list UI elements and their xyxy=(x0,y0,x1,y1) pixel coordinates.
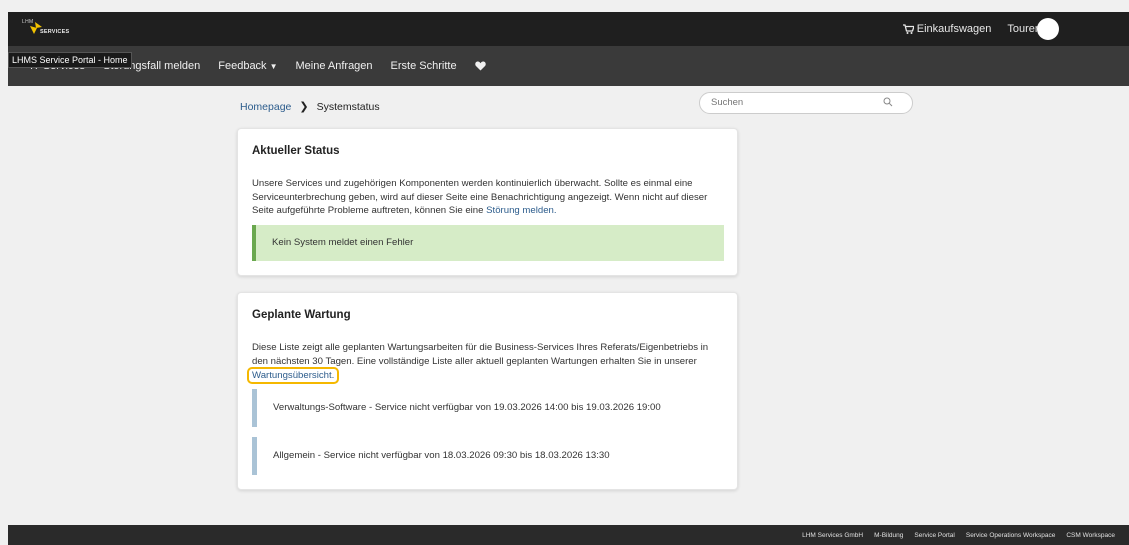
footer-link-lhm-services[interactable]: LHM Services GmbH xyxy=(802,532,863,539)
planned-maintenance-card: Geplante Wartung Diese Liste zeigt alle … xyxy=(237,292,738,490)
planned-maintenance-title: Geplante Wartung xyxy=(252,309,351,321)
maintenance-overview-link[interactable]: Wartungsübersicht. xyxy=(246,367,340,384)
footer-link-csm-workspace[interactable]: CSM Workspace xyxy=(1066,532,1115,539)
cart-icon xyxy=(902,24,914,34)
nav-item-feedback[interactable]: Feedback ▼ xyxy=(218,60,277,72)
nav-item-feedback-label: Feedback xyxy=(218,60,267,72)
maintenance-overview-link-wrap: Wartungsübersicht. xyxy=(246,367,340,384)
search-box[interactable] xyxy=(699,92,913,114)
report-incident-link[interactable]: Störung melden. xyxy=(486,205,556,216)
home-tooltip: LHMS Service Portal - Home xyxy=(8,52,132,68)
cart-label: Einkaufswagen xyxy=(916,23,992,35)
main-navigation: IT-Services Störungsfall melden Feedback… xyxy=(8,46,1129,86)
maintenance-item: Allgemein - Service nicht verfügbar von … xyxy=(252,437,724,475)
cart-link[interactable]: Einkaufswagen xyxy=(902,23,992,35)
heart-icon xyxy=(474,61,486,71)
nav-item-favorites[interactable] xyxy=(474,61,486,71)
status-ok-message: Kein System meldet einen Fehler xyxy=(252,225,724,261)
top-header: LHM SERVICES Einkaufswagen Touren xyxy=(8,12,1129,46)
footer: LHM Services GmbH M-Bildung Service Port… xyxy=(8,525,1129,545)
breadcrumb: Homepage ❯ Systemstatus xyxy=(240,100,380,114)
footer-link-m-bildung[interactable]: M-Bildung xyxy=(874,532,903,539)
search-input[interactable] xyxy=(711,97,881,108)
lhm-services-logo[interactable]: LHM SERVICES xyxy=(22,19,82,39)
footer-links: LHM Services GmbH M-Bildung Service Port… xyxy=(802,525,1115,545)
footer-link-service-operations-workspace[interactable]: Service Operations Workspace xyxy=(966,532,1055,539)
current-status-description: Unsere Services und zugehörigen Komponen… xyxy=(252,177,730,218)
tours-link[interactable]: Touren xyxy=(1007,23,1041,35)
logo-text-bottom: SERVICES xyxy=(40,29,70,35)
footer-link-service-portal[interactable]: Service Portal xyxy=(914,532,954,539)
current-status-text: Unsere Services und zugehörigen Komponen… xyxy=(252,178,708,216)
chevron-right-icon: ❯ xyxy=(299,101,309,113)
header-actions: Einkaufswagen Touren xyxy=(902,12,1041,46)
planned-maintenance-description: Diese Liste zeigt alle geplanten Wartung… xyxy=(252,341,722,368)
nav-item-meine-anfragen[interactable]: Meine Anfragen xyxy=(295,60,372,72)
breadcrumb-current: Systemstatus xyxy=(316,100,380,113)
avatar[interactable] xyxy=(1037,18,1059,40)
search-icon[interactable] xyxy=(883,97,893,107)
nav-item-erste-schritte[interactable]: Erste Schritte xyxy=(391,60,457,72)
current-status-card: Aktueller Status Unsere Services und zug… xyxy=(237,128,738,276)
chevron-down-icon: ▼ xyxy=(269,61,278,71)
planned-maintenance-text: Diese Liste zeigt alle geplanten Wartung… xyxy=(252,342,709,367)
current-status-title: Aktueller Status xyxy=(252,145,340,157)
maintenance-item: Verwaltungs-Software - Service nicht ver… xyxy=(252,389,724,427)
breadcrumb-home-link[interactable]: Homepage xyxy=(240,101,291,113)
